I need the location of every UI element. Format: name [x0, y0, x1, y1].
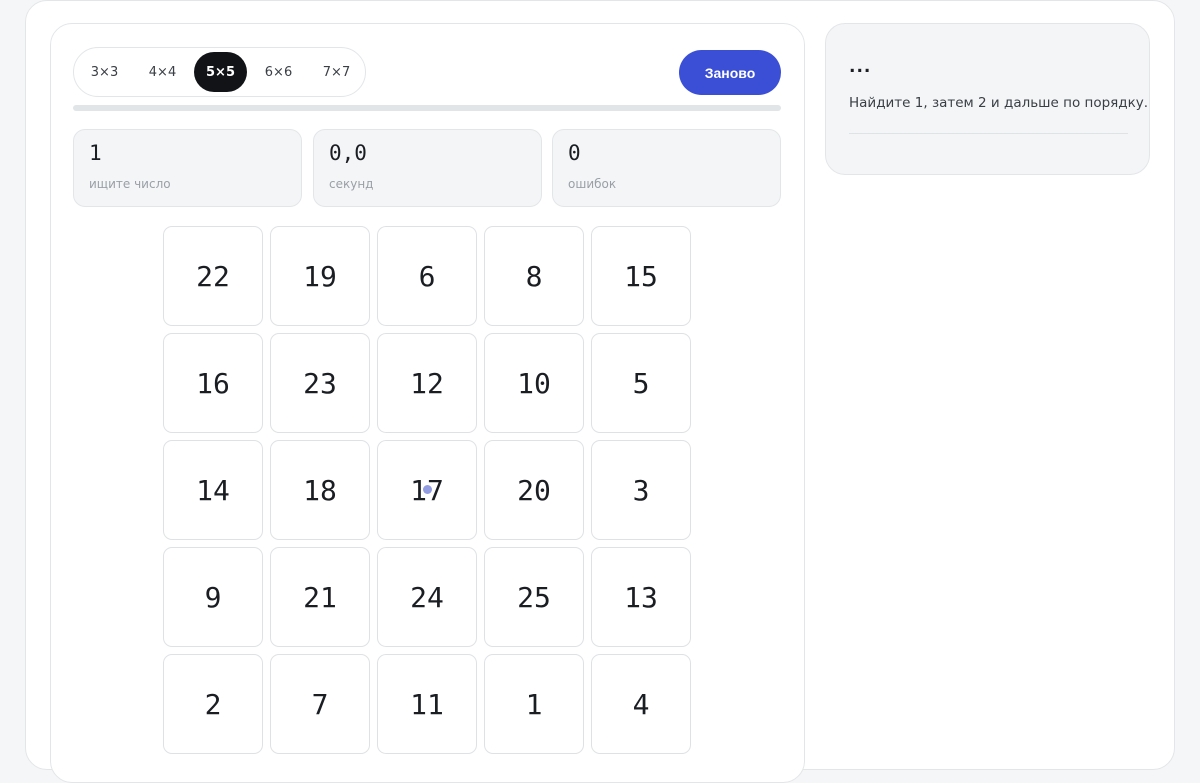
stat-card-timer: 0,0 секунд — [313, 129, 542, 207]
grid-tile[interactable]: 25 — [484, 547, 584, 647]
errors-label: ошибок — [568, 177, 617, 191]
grid-tile[interactable]: 14 — [163, 440, 263, 540]
grid-tile[interactable]: 1 — [484, 654, 584, 754]
grid-tile[interactable]: 16 — [163, 333, 263, 433]
target-number-label: ищите число — [89, 177, 171, 191]
stat-card-errors: 0 ошибок — [552, 129, 781, 207]
grid-tile[interactable]: 8 — [484, 226, 584, 326]
grid-size-selector: 3×3 4×4 5×5 6×6 7×7 — [73, 47, 366, 97]
timer-value: 0,0 — [329, 141, 367, 165]
progress-bar — [73, 105, 781, 111]
grid-tile[interactable]: 7 — [270, 654, 370, 754]
grid-tile[interactable]: 3 — [591, 440, 691, 540]
size-option-4x4[interactable]: 4×4 — [136, 52, 189, 92]
restart-button[interactable]: Заново — [679, 50, 781, 95]
errors-value: 0 — [568, 141, 581, 165]
grid-tile[interactable]: 15 — [591, 226, 691, 326]
size-option-7x7[interactable]: 7×7 — [310, 52, 363, 92]
grid-tile[interactable]: 24 — [377, 547, 477, 647]
grid-tile[interactable]: 20 — [484, 440, 584, 540]
grid-tile[interactable]: 21 — [270, 547, 370, 647]
grid-tile[interactable]: 2 — [163, 654, 263, 754]
grid-tile[interactable]: 10 — [484, 333, 584, 433]
grid-tile[interactable]: 13 — [591, 547, 691, 647]
grid-tile[interactable]: 18 — [270, 440, 370, 540]
grid-tile[interactable]: 12 — [377, 333, 477, 433]
grid-tile[interactable]: 4 — [591, 654, 691, 754]
info-divider — [849, 133, 1128, 134]
grid-tile[interactable]: 19 — [270, 226, 370, 326]
size-option-5x5[interactable]: 5×5 — [194, 52, 247, 92]
info-panel: ... Найдите 1, затем 2 и дальше по поряд… — [825, 23, 1150, 175]
timer-label: секунд — [329, 177, 374, 191]
size-option-3x3[interactable]: 3×3 — [78, 52, 131, 92]
grid-tile[interactable]: 11 — [377, 654, 477, 754]
grid-tile[interactable]: 5 — [591, 333, 691, 433]
info-title: ... — [849, 57, 872, 77]
size-option-6x6[interactable]: 6×6 — [252, 52, 305, 92]
grid-tile[interactable]: 6 — [377, 226, 477, 326]
info-text: Найдите 1, затем 2 и дальше по порядку. — [849, 95, 1149, 111]
grid-tile[interactable]: 22 — [163, 226, 263, 326]
grid-tile[interactable]: 17 — [377, 440, 477, 540]
target-number-value: 1 — [89, 141, 102, 165]
stat-card-target: 1 ищите число — [73, 129, 302, 207]
grid-tile[interactable]: 23 — [270, 333, 370, 433]
grid-tile[interactable]: 9 — [163, 547, 263, 647]
